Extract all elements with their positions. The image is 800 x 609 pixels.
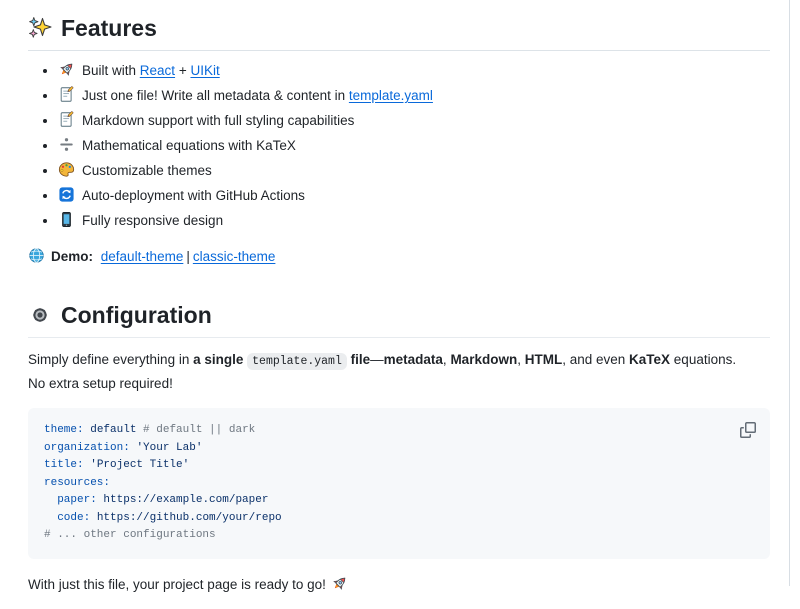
code-line: resources: <box>44 477 110 489</box>
sparkles-icon <box>28 16 52 40</box>
inline-link[interactable]: UIKit <box>190 63 219 78</box>
demo-line: Demo: default-theme|classic-theme <box>28 247 770 267</box>
code-line: paper: https://example.com/paper <box>44 494 268 506</box>
feature-item: Mathematical equations with KaTeX <box>58 136 770 156</box>
palette-icon <box>58 161 75 178</box>
bold-text: Markdown <box>450 352 517 367</box>
bold-text: metadata <box>384 352 443 367</box>
inline-code: template.yaml <box>247 353 347 370</box>
memo-icon <box>58 111 75 128</box>
mobile-phone-icon <box>58 211 75 228</box>
configuration-heading-text: Configuration <box>61 301 212 329</box>
closing-line: With just this file, your project page i… <box>28 575 770 595</box>
gear-icon <box>28 303 52 327</box>
code-content: theme: default # default || dark organiz… <box>44 424 282 541</box>
feature-item: Auto-deployment with GitHub Actions <box>58 186 770 206</box>
code-line: title: 'Project Title' <box>44 459 189 471</box>
bold-text: KaTeX <box>629 352 670 367</box>
inline-link[interactable]: template.yaml <box>349 88 433 103</box>
feature-item: Just one file! Write all metadata & cont… <box>58 86 770 106</box>
inline-link[interactable]: React <box>140 63 175 78</box>
closing-text: With just this file, your project page i… <box>28 577 326 592</box>
readme-page: Features Built with React + UIKit Just on… <box>0 0 800 586</box>
configuration-intro: Simply define everything in a single tem… <box>28 349 770 395</box>
bold-text: file <box>351 352 371 367</box>
divide-icon <box>58 136 75 153</box>
code-line: code: https://github.com/your/repo <box>44 512 282 524</box>
demo-link-default-theme[interactable]: default-theme <box>101 249 184 264</box>
feature-item: Customizable themes <box>58 161 770 181</box>
copy-icon <box>740 422 756 438</box>
code-line: # ... other configurations <box>44 529 216 541</box>
counterclockwise-arrows-icon <box>58 186 75 203</box>
globe-icon <box>28 247 45 264</box>
page-right-border <box>789 0 790 586</box>
features-heading: Features <box>28 0 770 51</box>
rocket-icon <box>331 575 348 592</box>
memo-icon <box>58 86 75 103</box>
bold-text: HTML <box>525 352 563 367</box>
code-line: organization: 'Your Lab' <box>44 442 202 454</box>
bold-text: a single <box>193 352 243 367</box>
code-pre: theme: default # default || dark organiz… <box>44 422 754 545</box>
yaml-code-block: theme: default # default || dark organiz… <box>28 408 770 559</box>
rocket-icon <box>58 61 75 78</box>
demo-separator: | <box>186 249 190 264</box>
configuration-heading: Configuration <box>28 287 770 338</box>
demo-label: Demo: <box>51 249 93 264</box>
readme-content: Features Built with React + UIKit Just on… <box>28 0 770 595</box>
code-line: theme: default # default || dark <box>44 424 255 436</box>
features-heading-text: Features <box>61 14 157 42</box>
demo-link-classic-theme[interactable]: classic-theme <box>193 249 276 264</box>
features-list: Built with React + UIKit Just one file! W… <box>28 61 770 231</box>
feature-item: Markdown support with full styling capab… <box>58 111 770 131</box>
copy-button[interactable] <box>734 416 762 444</box>
feature-item: Fully responsive design <box>58 211 770 231</box>
feature-item: Built with React + UIKit <box>58 61 770 81</box>
